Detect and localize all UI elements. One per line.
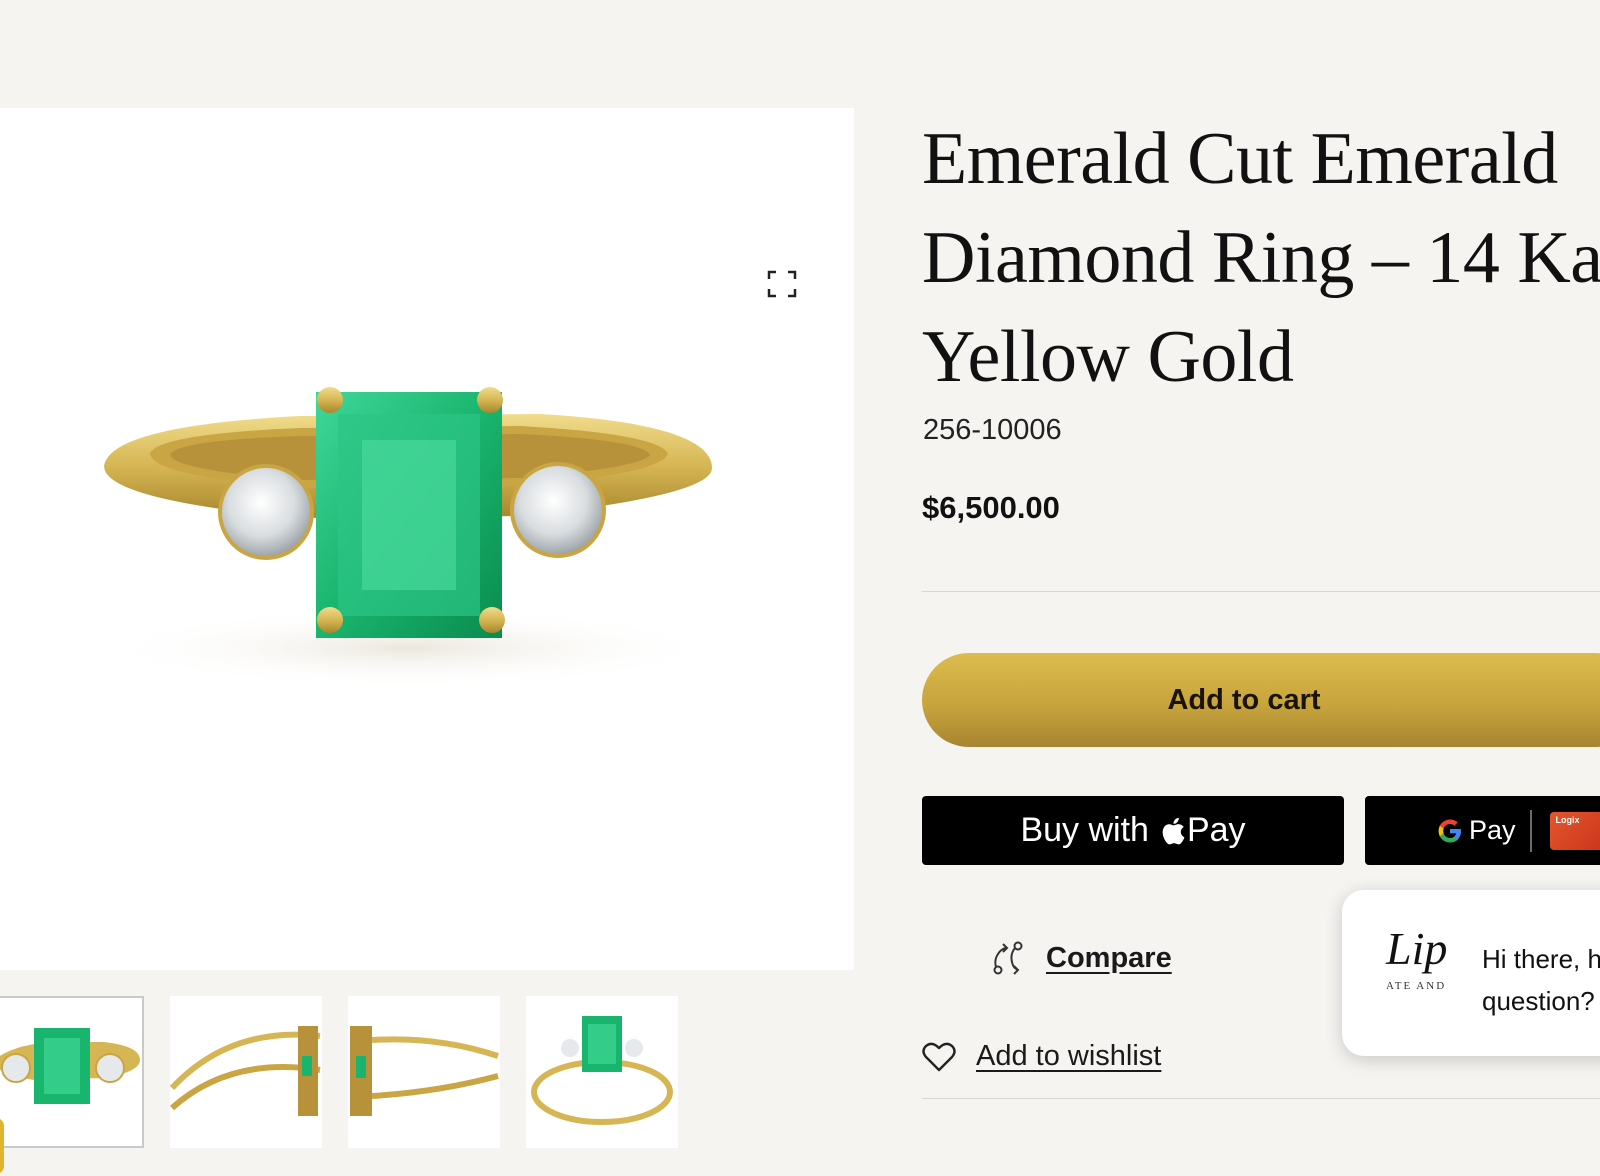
divider-top	[922, 591, 1600, 592]
product-sku: 256-10006	[923, 414, 1062, 446]
wishlist-label: Add to wishlist	[976, 1040, 1162, 1072]
apple-pay-button[interactable]: Buy with Pay	[922, 796, 1344, 865]
compare-link[interactable]: Compare	[990, 940, 1172, 976]
thumbnail-top-image	[531, 1016, 673, 1125]
apple-logo-icon	[1161, 816, 1185, 846]
product-title-line-3: Yellow Gold	[922, 316, 1294, 398]
store-logo-subtext: ATE AND	[1386, 980, 1447, 992]
product-title-line-2: Diamond Ring – 14 Karat	[922, 217, 1600, 299]
store-logo-script: Lip	[1386, 923, 1448, 974]
apple-pay-prefix: Buy with	[1020, 811, 1149, 849]
payment-card-icon: Logix	[1549, 811, 1600, 850]
chat-message: Hi there, have a question? Text us here.	[1482, 938, 1600, 1022]
thumbnail-side-image	[170, 1026, 321, 1116]
add-to-cart-button[interactable]: Add to cart	[922, 653, 1600, 747]
apple-pay-suffix: Pay	[1186, 811, 1246, 849]
thumbnail-band-image	[350, 1026, 499, 1116]
store-logo: Lip ATE AND	[1386, 922, 1470, 1002]
product-title-line-1: Emerald Cut Emerald	[922, 118, 1558, 200]
heart-icon	[922, 1042, 956, 1071]
thumbnail-3[interactable]	[348, 996, 500, 1148]
compare-arrows-icon	[993, 941, 1023, 975]
ring-photo	[100, 387, 720, 688]
product-price: $6,500.00	[922, 490, 1060, 525]
compare-label: Compare	[1046, 941, 1172, 974]
side-widget-tab[interactable]	[0, 1118, 4, 1174]
add-to-wishlist-link[interactable]: Add to wishlist	[922, 1040, 1161, 1073]
gpay-separator	[1529, 809, 1532, 852]
chat-message-line-2: question? Text us here.	[1482, 986, 1600, 1016]
chat-popup[interactable]: Lip ATE AND Hi there, have a question? T…	[1342, 890, 1600, 1056]
divider-bottom	[922, 1098, 1600, 1099]
thumbnail-front-image	[0, 1028, 140, 1104]
thumbnail-strip	[0, 996, 678, 1148]
google-g-icon	[1437, 818, 1463, 844]
google-pay-label: Pay	[1469, 815, 1516, 845]
thumbnail-4[interactable]	[526, 996, 678, 1148]
expand-icon[interactable]	[766, 268, 798, 300]
product-title: Emerald Cut Emerald Diamond Ring – 14 Ka…	[922, 110, 1600, 407]
card-brand-text: Logix	[1555, 814, 1580, 825]
product-page: Emerald Cut Emerald Diamond Ring – 14 Ka…	[0, 0, 1600, 1176]
thumbnail-1[interactable]	[0, 996, 144, 1148]
thumbnail-2[interactable]	[170, 996, 322, 1148]
product-main-image[interactable]	[0, 108, 854, 970]
chat-message-line-1: Hi there, have a	[1482, 944, 1600, 974]
google-pay-button[interactable]: Pay Logix	[1365, 796, 1600, 865]
